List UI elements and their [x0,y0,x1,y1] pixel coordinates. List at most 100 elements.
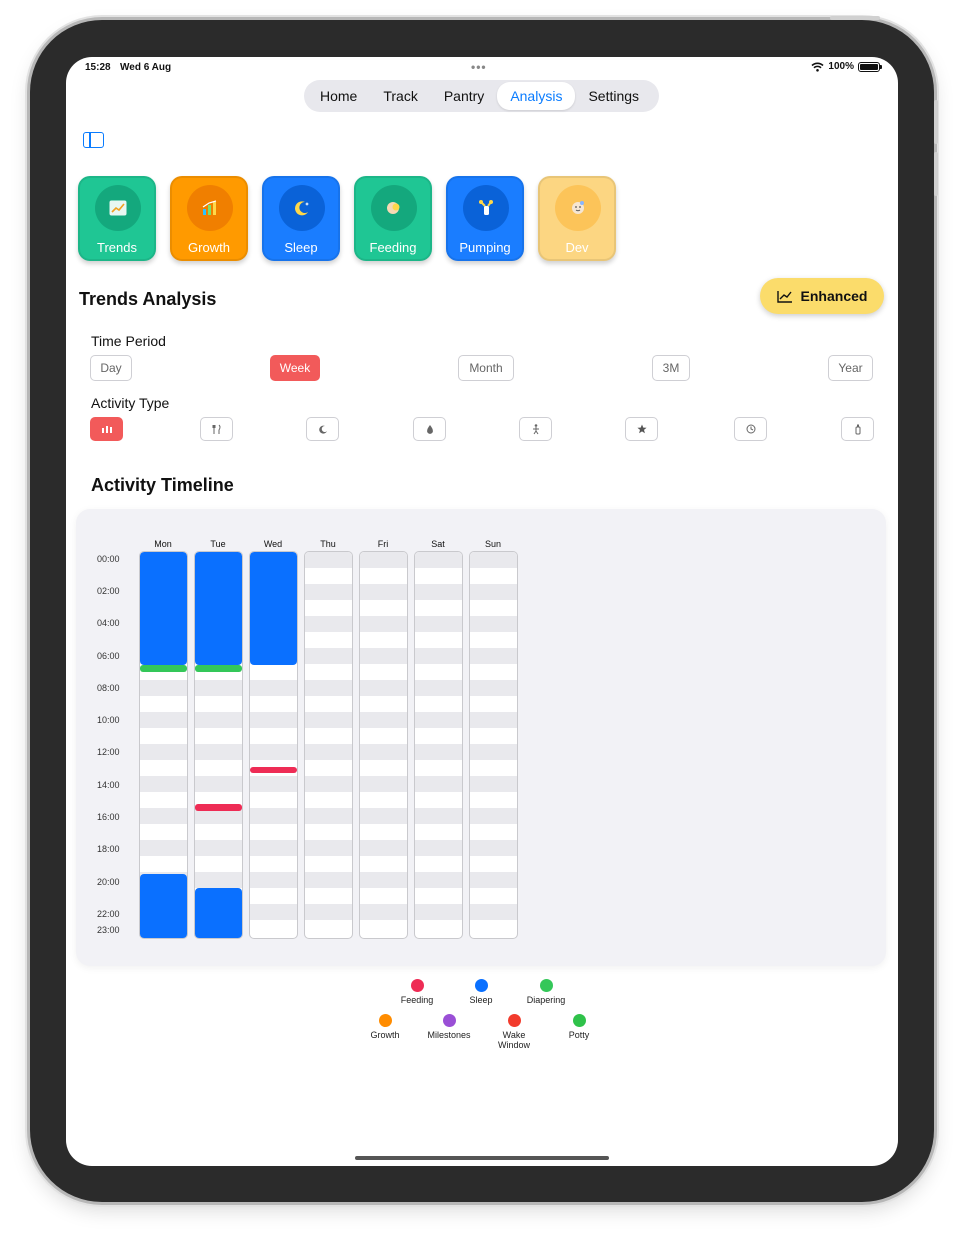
hour-band [195,776,242,792]
tab-pantry[interactable]: Pantry [431,82,497,110]
hour-band [250,712,297,728]
tab-track[interactable]: Track [370,82,430,110]
period-year-button[interactable]: Year [828,355,873,381]
sleep-event-bar[interactable] [195,888,242,938]
trends-icon-circle [95,185,141,231]
type-all-button[interactable] [90,417,123,441]
diapering-event-bar[interactable] [140,665,187,672]
hour-band [470,840,517,856]
type-diapering-button[interactable] [413,417,446,441]
day-column[interactable] [249,551,298,939]
period-week-button[interactable]: Week [270,355,320,381]
time-axis-label: 14:00 [97,780,120,790]
top-tab-bar: Home Track Pantry Analysis Settings [304,80,659,112]
hour-band [360,808,407,824]
category-pumping[interactable]: Pumping [446,176,524,261]
day-column[interactable] [139,551,188,939]
chart-line-icon [776,290,792,303]
page-title: Trends Analysis [79,289,217,309]
dev-icon-circle [555,185,601,231]
day-column[interactable] [469,551,518,939]
hour-band [360,680,407,696]
day-label: Sat [431,539,445,549]
category-label: Pumping [459,240,511,255]
wifi-icon [811,62,824,72]
tab-analysis[interactable]: Analysis [497,82,576,110]
hour-band [305,776,352,792]
hour-band [305,744,352,760]
hour-band [470,776,517,792]
period-month-button[interactable]: Month [458,355,514,381]
legend-label: Growth [370,1030,400,1040]
day-column[interactable] [359,551,408,939]
time-axis-label: 08:00 [97,683,120,693]
diapering-event-bar[interactable] [195,665,242,672]
type-pumping-button[interactable] [841,417,874,441]
legend-item: Potty [544,1014,614,1040]
moon-icon [295,201,309,216]
figure-icon [532,423,539,434]
period-3m-button[interactable]: 3M [652,355,690,381]
time-axis-label: 04:00 [97,618,120,628]
development-icon [572,201,584,214]
hour-band [415,744,462,760]
legend-dot [410,979,424,992]
sleep-event-bar[interactable] [140,552,187,666]
type-activity-button[interactable] [519,417,552,441]
category-dev[interactable]: Dev [538,176,616,261]
tab-home[interactable]: Home [307,82,370,110]
status-bar: 15:28 Wed 6 Aug ••• 100% [66,60,898,76]
legend-label: Diapering [526,995,566,1005]
category-label: Sleep [284,240,318,255]
hour-band [415,552,462,568]
hour-band [415,872,462,888]
category-feeding[interactable]: Feeding [354,176,432,261]
day-column[interactable] [194,551,243,939]
day-column[interactable] [414,551,463,939]
tab-settings[interactable]: Settings [575,82,652,110]
time-period-label: Time Period [91,333,166,349]
period-day-button[interactable]: Day [90,355,132,381]
moon-icon [318,425,327,434]
legend-dot [378,1014,392,1027]
sleep-event-bar[interactable] [140,873,187,938]
hour-band [470,904,517,920]
status-time: 15:28 [85,62,111,73]
type-milestones-button[interactable] [625,417,658,441]
star-icon [636,424,647,434]
type-sleep-button[interactable] [306,417,339,441]
hour-band [415,648,462,664]
time-axis-label: 10:00 [97,715,120,725]
hour-band [360,776,407,792]
hour-band [305,648,352,664]
hour-band [250,744,297,760]
time-axis-label: 16:00 [97,812,120,822]
battery-percent: 100% [828,61,854,72]
hour-band [195,840,242,856]
pump-icon [479,200,493,215]
category-sleep[interactable]: Sleep [262,176,340,261]
legend-label: Wake Window [497,1030,530,1050]
hour-band [195,744,242,760]
type-history-button[interactable] [734,417,767,441]
time-axis-label: 06:00 [97,651,120,661]
hour-band [250,808,297,824]
hour-band [470,648,517,664]
legend-item: Feeding [382,979,452,1005]
multitasking-dots-icon[interactable]: ••• [471,60,487,74]
legend-dot [442,1014,456,1027]
category-trends[interactable]: Trends [78,176,156,261]
sidebar-toggle-icon[interactable] [83,132,104,148]
hour-band [360,648,407,664]
battery-icon [858,61,882,72]
sleep-event-bar[interactable] [195,552,242,666]
feeding-event-bar[interactable] [250,767,297,774]
sleep-event-bar[interactable] [250,552,297,666]
category-growth[interactable]: Growth [170,176,248,261]
enhanced-button[interactable]: Enhanced [760,278,884,314]
day-column[interactable] [304,551,353,939]
feeding-event-bar[interactable] [195,804,242,811]
hour-band [360,584,407,600]
type-feeding-button[interactable] [200,417,233,441]
screen: 15:28 Wed 6 Aug ••• 100% Home Track Pant… [66,57,898,1166]
